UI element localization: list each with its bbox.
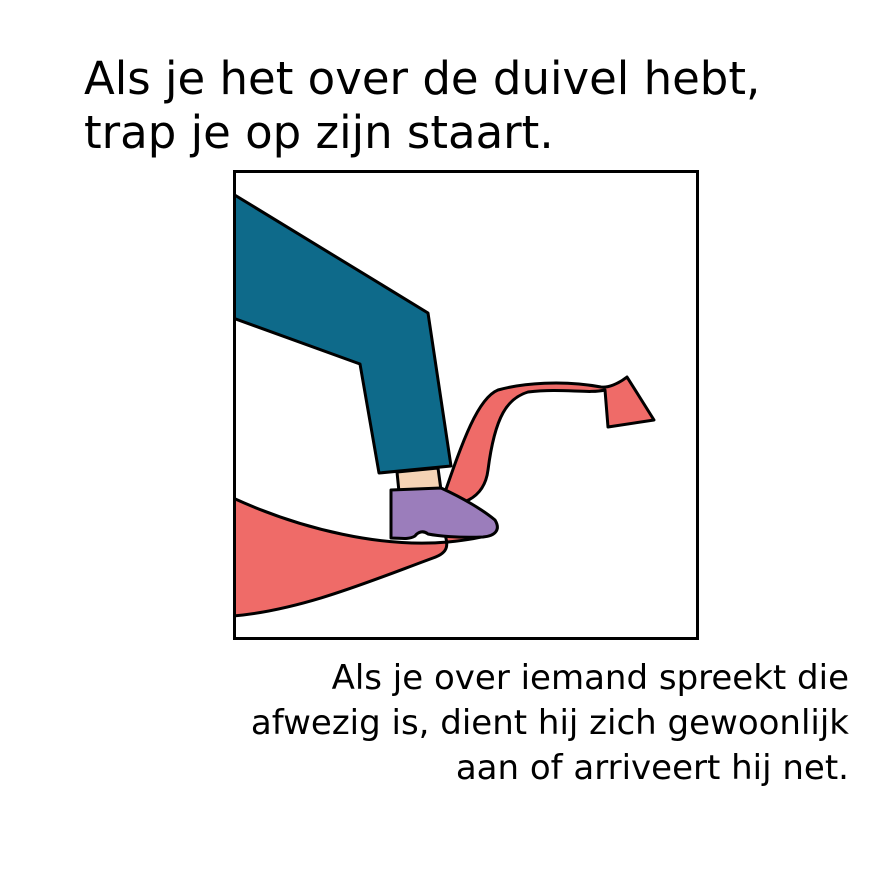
- trousers-leg: [233, 192, 453, 475]
- illustration-svg: [233, 170, 699, 640]
- illustration-frame: [233, 170, 699, 640]
- meaning-line-1: Als je over iemand spreekt die: [331, 658, 849, 698]
- idiom-title: Als je het over de duivel hebt, trap je …: [84, 52, 760, 160]
- meaning-line-2: afwezig is, dient hij zich gewoonlijk: [250, 703, 849, 743]
- meaning-caption: Als je over iemand spreekt die afwezig i…: [251, 656, 849, 791]
- shoe: [389, 486, 499, 540]
- idiom-line-2: trap je op zijn staart.: [84, 106, 554, 159]
- idiom-line-1: Als je het over de duivel hebt,: [84, 52, 761, 105]
- meaning-line-3: aan of arriveert hij net.: [455, 748, 849, 788]
